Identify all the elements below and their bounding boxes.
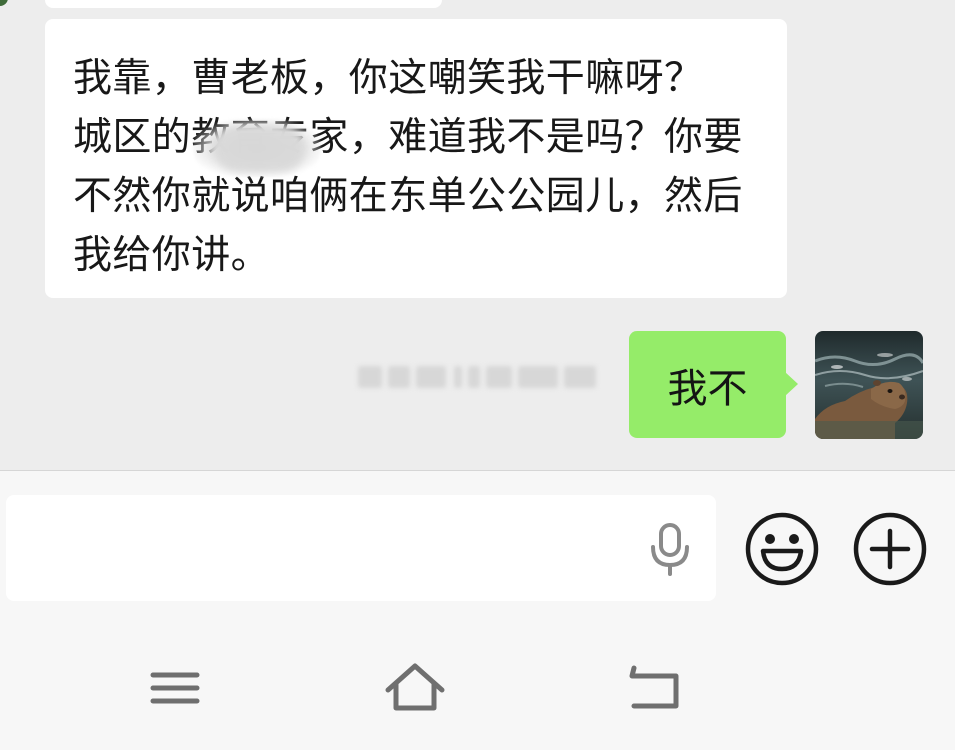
redaction-blur-inner bbox=[215, 127, 305, 171]
more-options-button[interactable] bbox=[852, 511, 928, 587]
incoming-message-bubble[interactable]: 我靠，曹老板，你这嘲笑我干嘛呀？ 城区的教育专家，难道我不是吗？你要不然你就说咱… bbox=[45, 19, 787, 298]
previous-message-bubble[interactable] bbox=[45, 0, 442, 8]
outgoing-message-text: 我不 bbox=[667, 365, 748, 412]
previous-sender-avatar[interactable] bbox=[0, 0, 8, 6]
microphone-icon[interactable] bbox=[645, 521, 695, 577]
capybara-avatar-image bbox=[815, 331, 923, 439]
menu-icon[interactable] bbox=[140, 658, 210, 718]
system-navigation-bar bbox=[0, 630, 955, 750]
redacted-sender-name bbox=[358, 362, 596, 392]
outgoing-bubble-tail bbox=[785, 372, 798, 396]
plus-circle-icon bbox=[853, 512, 927, 586]
emoji-button[interactable] bbox=[744, 511, 820, 587]
home-icon[interactable] bbox=[380, 658, 450, 718]
outgoing-message-bubble[interactable]: 我不 bbox=[629, 331, 786, 438]
my-avatar[interactable] bbox=[815, 331, 923, 439]
smiley-face-icon bbox=[745, 512, 819, 586]
chat-message-area[interactable]: 我靠，曹老板，你这嘲笑我干嘛呀？ 城区的教育专家，难道我不是吗？你要不然你就说咱… bbox=[0, 0, 955, 470]
back-icon[interactable] bbox=[620, 658, 690, 718]
incoming-message-text: 我靠，曹老板，你这嘲笑我干嘛呀？ 城区的教育专家，难道我不是吗？你要不然你就说咱… bbox=[73, 56, 806, 278]
message-input[interactable] bbox=[6, 495, 716, 601]
